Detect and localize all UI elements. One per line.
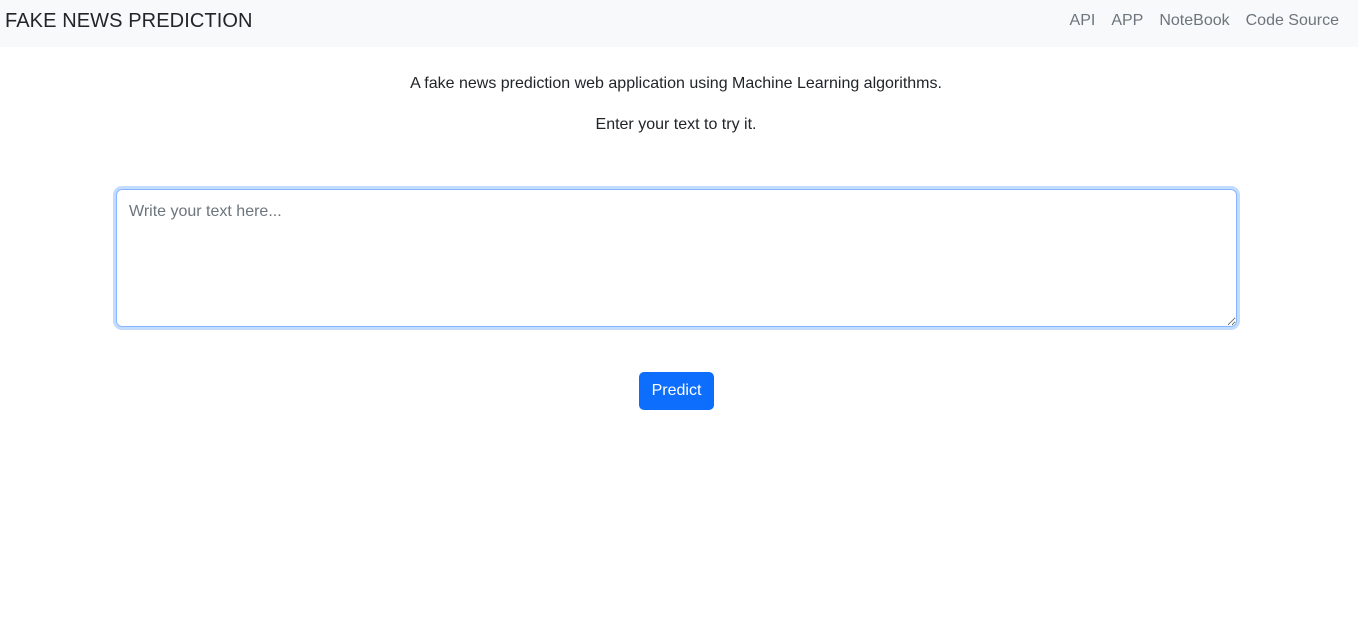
navbar-brand[interactable]: FAKE NEWS PREDICTION [5, 10, 253, 32]
predict-button[interactable]: Predict [639, 372, 714, 410]
nav-links: API APP NoteBook Code Source [1070, 11, 1339, 31]
text-input-container [116, 189, 1237, 327]
news-text-input[interactable] [116, 189, 1237, 327]
nav-link-code-source[interactable]: Code Source [1246, 11, 1339, 31]
intro-description: A fake news prediction web application u… [410, 75, 942, 92]
nav-link-notebook[interactable]: NoteBook [1159, 11, 1229, 31]
nav-link-app[interactable]: APP [1111, 11, 1143, 31]
navbar: FAKE NEWS PREDICTION API APP NoteBook Co… [0, 0, 1358, 47]
intro-instruction: Enter your text to try it. [595, 116, 757, 133]
nav-link-api[interactable]: API [1070, 11, 1096, 31]
